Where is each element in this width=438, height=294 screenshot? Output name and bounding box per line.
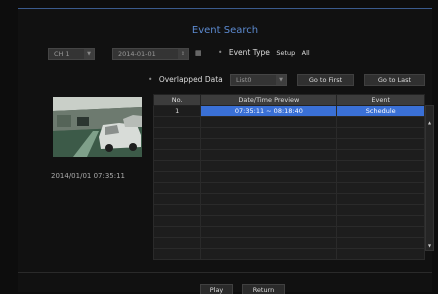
event-type-row: • Event Type Setup All — [218, 48, 310, 57]
table-row[interactable] — [152, 226, 425, 238]
row-no: 1 — [152, 105, 202, 117]
table-row[interactable] — [152, 138, 425, 150]
date-value: 2014-01-01 — [118, 50, 156, 58]
go-to-first-button[interactable]: Go to First — [297, 74, 354, 86]
stepper-icon[interactable]: ⇕ — [178, 49, 188, 59]
date-field[interactable]: 2014-01-01 ⇕ — [112, 48, 189, 60]
col-no: No. — [152, 94, 202, 106]
calendar-icon[interactable]: ▦ — [195, 49, 202, 57]
bullet-icon: • — [218, 48, 223, 57]
row-event: Schedule — [336, 105, 425, 117]
overlap-list-select[interactable]: List0 ▼ — [230, 74, 287, 86]
preview-thumbnail — [53, 97, 142, 157]
page-title: Event Search — [191, 25, 259, 36]
table-row[interactable] — [152, 182, 425, 194]
overlap-list-value: List0 — [236, 76, 252, 84]
event-type-value: All — [301, 49, 310, 57]
event-search-window: Event Search CH 1 ▼ 2014-01-01 ⇕ ▦ • Eve… — [18, 8, 434, 294]
col-event: Event — [336, 94, 425, 106]
table-row[interactable] — [152, 160, 425, 172]
play-button[interactable]: Play — [200, 284, 233, 294]
preview-timestamp: 2014/01/01 07:35:11 — [51, 172, 126, 180]
table-row[interactable] — [152, 248, 425, 260]
table-row[interactable] — [152, 237, 425, 249]
event-type-label: Event Type — [228, 48, 270, 57]
divider — [18, 272, 432, 273]
table-row[interactable] — [152, 116, 425, 128]
chevron-down-icon: ▼ — [84, 49, 94, 59]
table-row[interactable]: 1 07:35:11 ~ 08:18:40 Schedule — [152, 105, 425, 117]
table-row[interactable] — [152, 215, 425, 227]
bullet-icon: • — [148, 75, 153, 84]
overlapped-data-label: Overlapped Data — [158, 75, 223, 84]
table-row[interactable] — [152, 193, 425, 205]
chevron-down-icon: ▼ — [276, 75, 286, 85]
channel-select[interactable]: CH 1 ▼ — [48, 48, 95, 60]
table-scrollbar[interactable]: ▲ ▼ — [425, 105, 434, 251]
parking-garage-image — [53, 97, 142, 157]
table-row[interactable] — [152, 127, 425, 139]
go-to-last-button[interactable]: Go to Last — [364, 74, 425, 86]
scroll-down-icon[interactable]: ▼ — [426, 243, 433, 248]
channel-value: CH 1 — [54, 50, 70, 58]
table-row[interactable] — [152, 171, 425, 183]
overlapped-data-label-wrap: • Overlapped Data — [148, 75, 223, 84]
col-datetime: Date/Time Preview — [200, 94, 338, 106]
return-button[interactable]: Return — [242, 284, 285, 294]
event-table: No. Date/Time Preview Event 1 07:35:11 ~… — [152, 94, 425, 260]
table-row[interactable] — [152, 149, 425, 161]
table-row[interactable] — [152, 204, 425, 216]
scroll-up-icon[interactable]: ▲ — [426, 120, 433, 125]
row-time: 07:35:11 ~ 08:18:40 — [200, 105, 338, 117]
setup-button[interactable]: Setup — [276, 49, 295, 57]
